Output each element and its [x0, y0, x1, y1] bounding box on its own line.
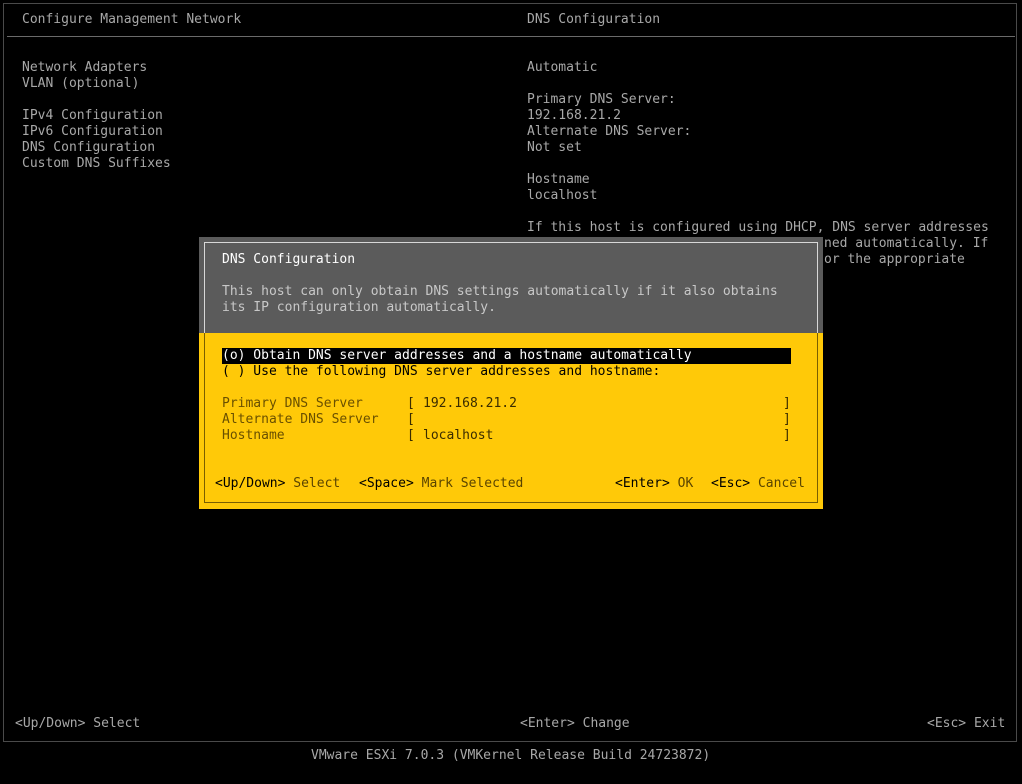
bottom-updown-text: Select: [93, 716, 141, 731]
header-divider: [7, 36, 1015, 37]
field-label-hostname: Hostname: [222, 428, 285, 443]
menu-item-dns-configuration[interactable]: DNS Configuration: [22, 140, 155, 156]
primary-dns-label: Primary DNS Server:: [527, 92, 676, 107]
hint-updown-text: Select: [293, 476, 341, 491]
dialog-desc-line1: This host can only obtain DNS settings a…: [222, 284, 778, 299]
info-note-line1: If this host is configured using DHCP, D…: [527, 220, 989, 235]
bottom-updown-key: <Up/Down>: [15, 716, 86, 731]
bottom-esc-text: Exit: [973, 716, 1006, 731]
hint-space: <Space> Mark Selected: [359, 476, 523, 492]
hostname-value: localhost: [527, 188, 598, 203]
field-bracket-close: ]: [783, 412, 791, 427]
dns-mode: Automatic: [527, 60, 598, 75]
field-label-primary-dns: Primary DNS Server: [222, 396, 363, 411]
build-info: VMware ESXi 7.0.3 (VMKernel Release Buil…: [311, 748, 711, 763]
hint-updown-key: <Up/Down>: [215, 476, 286, 491]
field-bracket-close: ]: [783, 428, 791, 443]
bottom-esc-key: <Esc>: [927, 716, 967, 731]
cancel-button[interactable]: <Esc> Cancel: [711, 476, 805, 492]
alternate-dns-input[interactable]: [423, 412, 773, 428]
dialog-desc-line2: its IP configuration automatically.: [222, 300, 496, 315]
menu-item-custom-dns-suffixes[interactable]: Custom DNS Suffixes: [22, 156, 171, 172]
bottom-hint-select: <Up/Down> Select: [15, 716, 140, 732]
hint-space-key: <Space>: [359, 476, 414, 491]
bottom-hint-change[interactable]: <Enter> Change: [520, 716, 630, 732]
field-bracket-open: [: [407, 396, 415, 411]
field-label-alternate-dns: Alternate DNS Server: [222, 412, 379, 427]
menu-item-ipv4[interactable]: IPv4 Configuration: [22, 108, 163, 124]
info-note-line3: or the appropriate: [824, 252, 965, 267]
bottom-hint-exit[interactable]: <Esc> Exit: [927, 716, 1005, 732]
field-bracket-open: [: [407, 428, 415, 443]
menu-item-vlan[interactable]: VLAN (optional): [22, 76, 139, 92]
hint-space-text: Mark Selected: [421, 476, 524, 491]
cancel-key: <Esc>: [711, 476, 751, 491]
hint-updown: <Up/Down> Select: [215, 476, 340, 492]
ok-key: <Enter>: [615, 476, 670, 491]
hostname-input[interactable]: localhost: [423, 428, 493, 444]
ok-button[interactable]: <Enter> OK: [615, 476, 693, 492]
cancel-label: Cancel: [757, 476, 805, 491]
bottom-enter-text: Change: [582, 716, 630, 731]
alternate-dns-value: Not set: [527, 140, 582, 155]
field-bracket-close: ]: [783, 396, 791, 411]
bottom-enter-key: <Enter>: [520, 716, 575, 731]
menu-item-ipv6[interactable]: IPv6 Configuration: [22, 124, 163, 140]
panel-title: DNS Configuration: [527, 12, 661, 27]
radio-use-following[interactable]: ( ) Use the following DNS server address…: [222, 364, 660, 380]
primary-dns-value: 192.168.21.2: [527, 108, 621, 123]
menu-item-network-adapters[interactable]: Network Adapters: [22, 60, 147, 76]
hostname-label: Hostname: [527, 172, 590, 187]
field-bracket-open: [: [407, 412, 415, 427]
primary-dns-input[interactable]: 192.168.21.2: [423, 396, 517, 412]
dialog-title: DNS Configuration: [222, 252, 356, 267]
screen-title: Configure Management Network: [22, 12, 242, 27]
alternate-dns-label: Alternate DNS Server:: [527, 124, 692, 139]
info-note-line2: ned automatically. If: [824, 236, 989, 251]
radio-obtain-automatically[interactable]: (o) Obtain DNS server addresses and a ho…: [222, 348, 791, 364]
ok-label: OK: [677, 476, 694, 491]
